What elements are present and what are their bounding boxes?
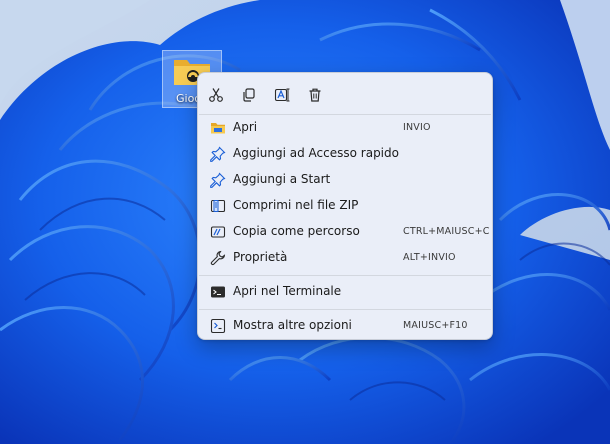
menu-item-label: Apri nel Terminale (233, 284, 342, 298)
trash-icon (309, 88, 321, 102)
menu-item-label: Apri (233, 120, 258, 134)
menu-separator (199, 309, 491, 310)
context-menu-toolbar (198, 81, 492, 109)
rename-icon (274, 88, 290, 102)
copy-icon (243, 88, 255, 102)
menu-item-properties[interactable]: Proprietà ALT+INVIO (202, 245, 488, 271)
menu-item-open[interactable]: Apri INVIO (202, 115, 488, 141)
menu-item-show-more-options[interactable]: Mostra altre opzioni MAIUSC+F10 (202, 313, 488, 339)
delete-button[interactable] (301, 81, 329, 109)
menu-item-copy-path[interactable]: Copia come percorso CTRL+MAIUSC+C (202, 219, 490, 245)
menu-item-shortcut: ALT+INVIO (403, 252, 456, 263)
scissors-icon (209, 88, 223, 102)
zip-icon (210, 199, 226, 213)
menu-separator (199, 275, 491, 276)
wrench-icon (210, 250, 226, 266)
menu-item-pin-start[interactable]: Aggiungi a Start (202, 167, 488, 193)
context-menu: Apri INVIO Aggiungi ad Accesso rapido Ag… (197, 72, 493, 340)
rename-button[interactable] (268, 81, 296, 109)
more-options-icon (210, 318, 226, 334)
menu-item-compress-zip[interactable]: Comprimi nel file ZIP (202, 193, 488, 219)
menu-item-label: Comprimi nel file ZIP (233, 198, 359, 212)
menu-item-shortcut: MAIUSC+F10 (403, 320, 468, 331)
pin-icon (210, 146, 226, 162)
menu-item-label: Aggiungi ad Accesso rapido (233, 146, 399, 160)
pin-icon (210, 172, 226, 188)
menu-item-shortcut: INVIO (403, 122, 431, 133)
menu-item-label: Proprietà (233, 250, 288, 264)
menu-item-label: Mostra altre opzioni (233, 318, 352, 332)
menu-item-pin-quick-access[interactable]: Aggiungi ad Accesso rapido (202, 141, 488, 167)
terminal-icon (211, 286, 225, 298)
menu-item-shortcut: CTRL+MAIUSC+C (403, 226, 490, 237)
path-icon (210, 226, 226, 238)
menu-item-label: Copia come percorso (233, 224, 360, 238)
cut-button[interactable] (202, 81, 230, 109)
menu-item-label: Aggiungi a Start (233, 172, 331, 186)
menu-item-open-terminal[interactable]: Apri nel Terminale (202, 279, 488, 305)
copy-button[interactable] (235, 81, 263, 109)
folder-icon (211, 123, 225, 134)
